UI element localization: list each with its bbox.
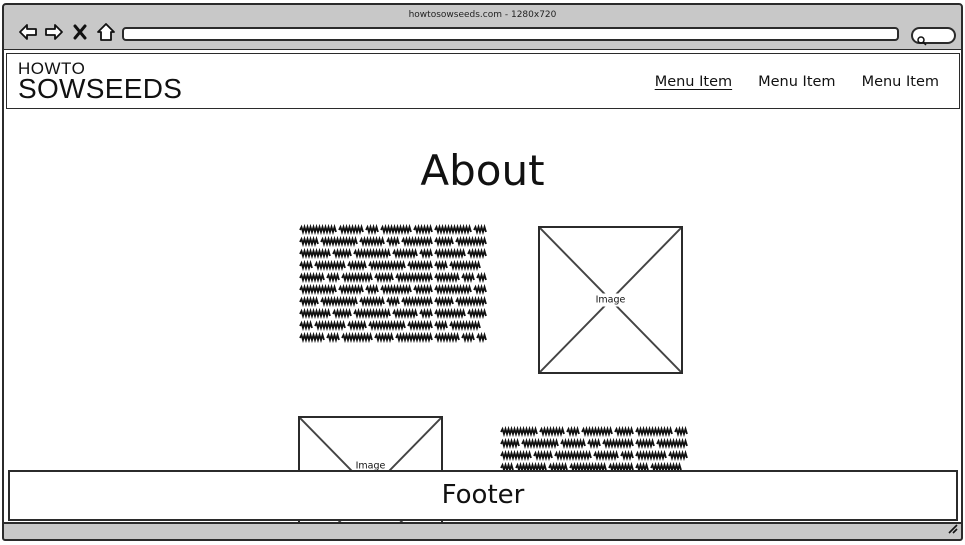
scribble-text-line [299,248,487,260]
site-footer: Footer [8,470,958,521]
about-text-block-1 [298,224,488,344]
scribble-text-line [299,224,487,236]
menu-item-1[interactable]: Menu Item [655,74,732,90]
back-arrow-icon[interactable] [18,22,38,42]
scribble-text-line [500,426,688,438]
scribble-text-line [299,332,487,344]
about-text-block-2 [499,426,689,474]
scribble-text-line [299,236,487,248]
scribble-text-line [299,272,487,284]
about-image-1: Image [538,226,683,374]
scribble-text-line [299,296,487,308]
scribble-text-line [299,260,481,272]
site-logo[interactable]: HOWTO SOWSEEDS [18,60,182,103]
close-icon[interactable] [70,22,90,42]
image-1-label: Image [592,293,629,307]
scribble-text-line [299,284,487,296]
scribble-text-line [299,308,487,320]
home-icon[interactable] [96,22,116,42]
page-viewport: HOWTO SOWSEEDS Menu Item Menu Item Menu … [2,50,963,523]
main-menu: Menu Item Menu Item Menu Item [655,74,939,90]
menu-item-3[interactable]: Menu Item [862,74,939,90]
resize-grip-icon[interactable] [946,519,958,538]
browser-statusbar [2,522,963,541]
footer-label: Footer [441,480,525,510]
browser-search[interactable] [911,27,956,46]
wireframe-frame: howtosowseeds.com - 1280x720 HOWTO SOWSE… [0,0,965,545]
scribble-text-line [500,438,688,450]
browser-title: howtosowseeds.com - 1280x720 [408,10,557,20]
address-bar[interactable] [122,27,899,41]
browser-nav [18,22,116,42]
page-title: About [420,146,545,195]
browser-chrome: howtosowseeds.com - 1280x720 [2,3,963,51]
forward-arrow-icon[interactable] [44,22,64,42]
logo-line-2: SOWSEEDS [18,73,183,104]
site-header: HOWTO SOWSEEDS Menu Item Menu Item Menu … [6,53,960,109]
search-icon [917,31,927,50]
scribble-text-line [299,320,481,332]
menu-item-2[interactable]: Menu Item [758,74,835,90]
scribble-text-line [500,450,688,462]
